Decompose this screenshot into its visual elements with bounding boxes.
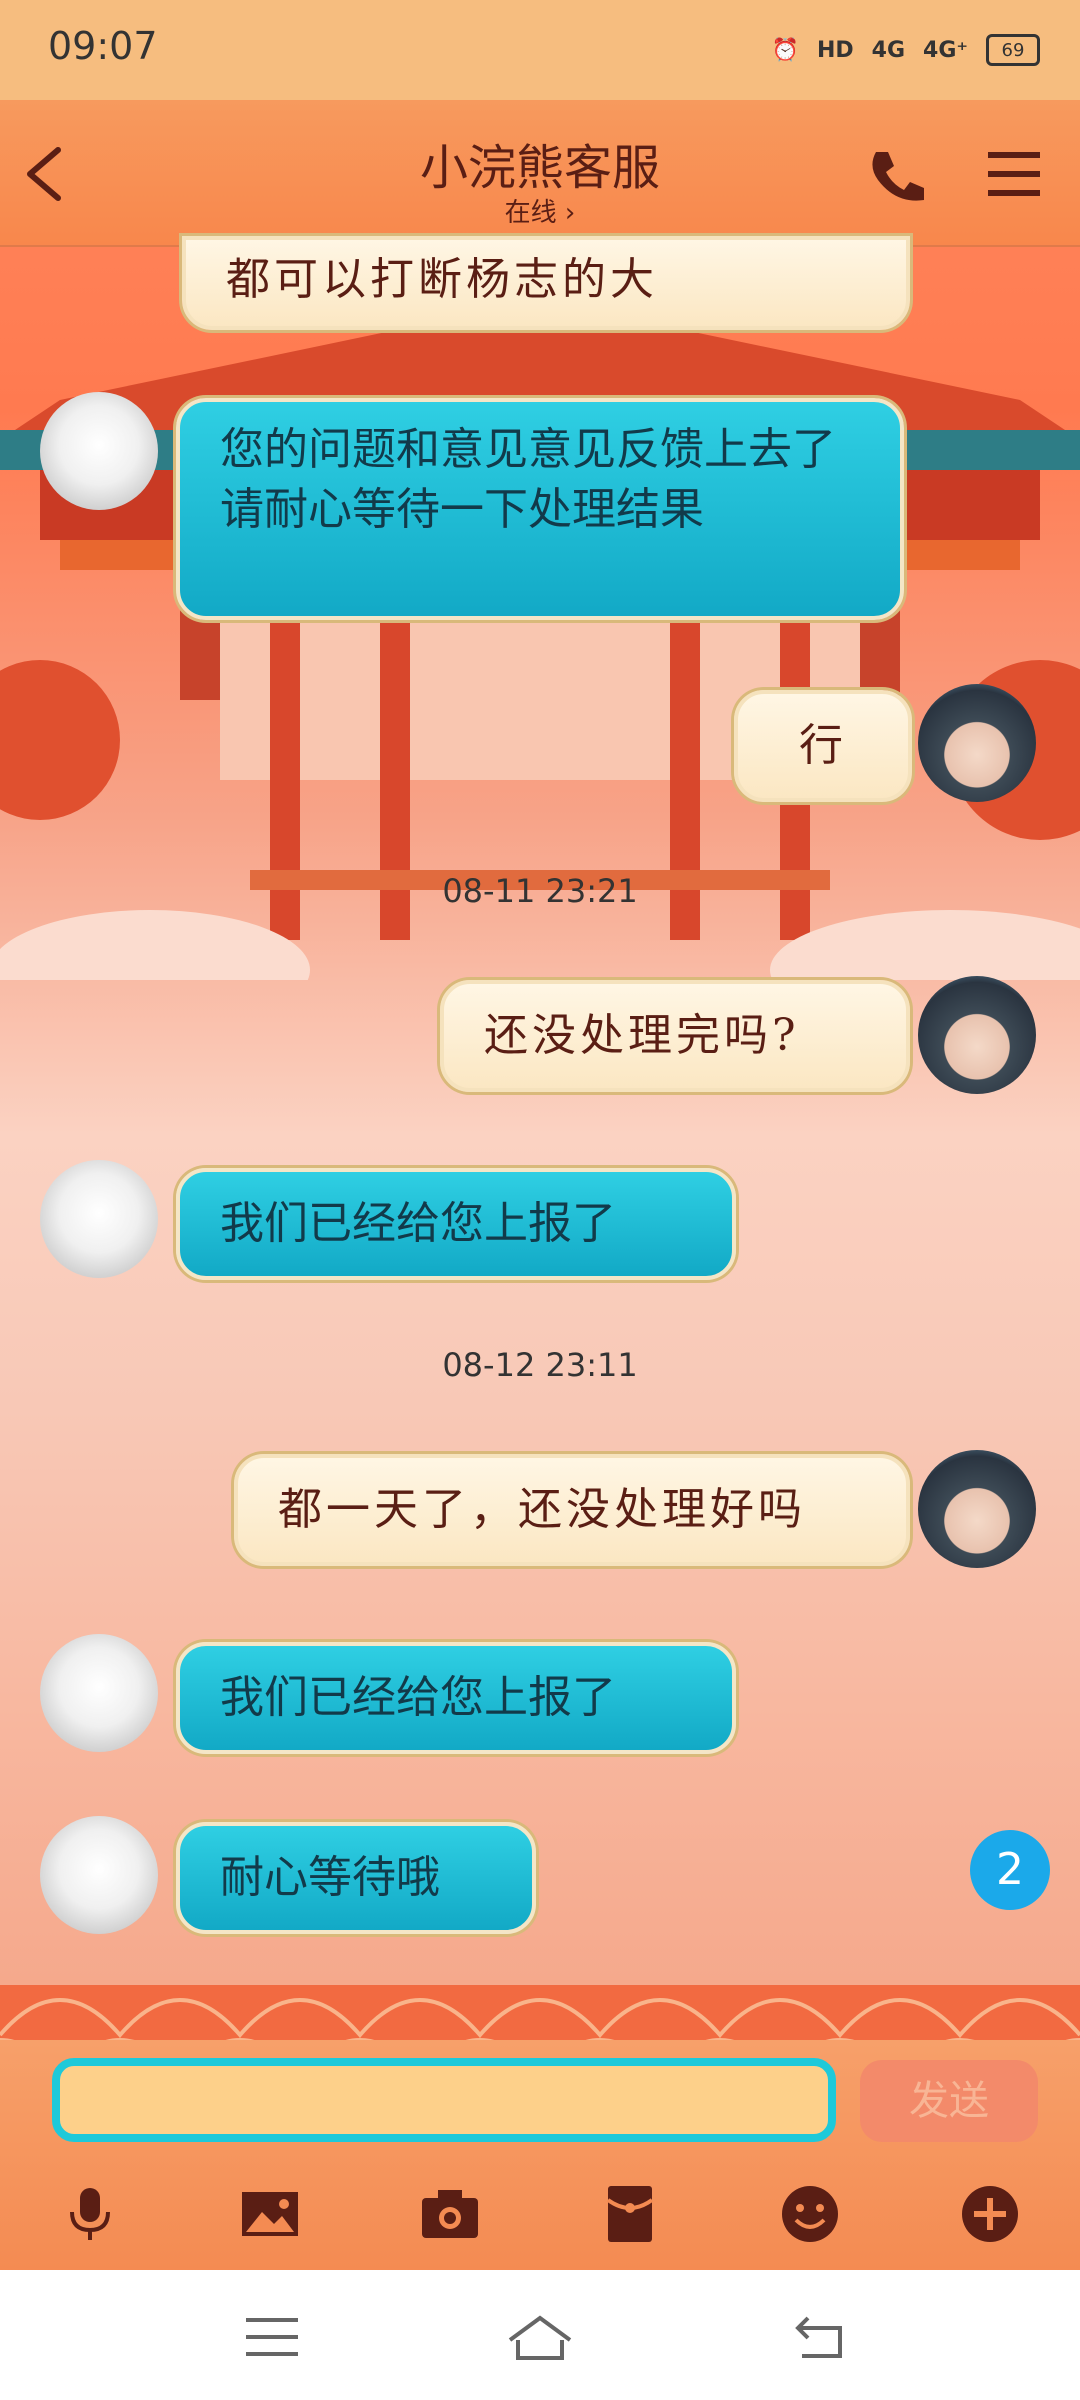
timestamp: 08-12 23:11	[442, 1346, 638, 1384]
alarm-icon: ⏰	[771, 37, 799, 63]
agent-avatar[interactable]	[40, 392, 158, 510]
image-icon[interactable]	[238, 2182, 302, 2246]
message-bubble-agent[interactable]: 耐心等待哦	[176, 1822, 536, 1934]
message-bubble-self[interactable]: 都一天了，还没处理好吗	[234, 1454, 910, 1566]
message-bubble-self[interactable]: 都可以打断杨志的大	[182, 236, 910, 330]
hd-icon: HD	[816, 37, 854, 63]
message-bubble-agent[interactable]: 您的问题和意见意见反馈上去了 请耐心等待一下处理结果	[176, 398, 904, 620]
agent-avatar[interactable]	[40, 1160, 158, 1278]
plus-icon[interactable]	[958, 2182, 1022, 2246]
signal-4g-icon: 4G	[871, 37, 906, 63]
system-nav-bar	[0, 2270, 1080, 2400]
agent-avatar[interactable]	[40, 1816, 158, 1934]
back-nav-icon[interactable]	[790, 2310, 850, 2364]
emoji-icon[interactable]	[778, 2182, 842, 2246]
send-button[interactable]: 发送	[860, 2060, 1038, 2142]
message-bubble-agent[interactable]: 我们已经给您上报了	[176, 1168, 736, 1280]
home-nav-icon[interactable]	[504, 2310, 576, 2364]
message-bubble-self[interactable]: 行	[734, 690, 912, 802]
battery-icon: 69	[986, 34, 1040, 66]
agent-avatar[interactable]	[40, 1634, 158, 1752]
chat-header: 小浣熊客服 在线 ›	[0, 100, 1080, 247]
menu-icon[interactable]	[986, 148, 1042, 200]
message-bubble-self[interactable]: 还没处理完吗?	[440, 980, 910, 1092]
user-avatar[interactable]	[918, 684, 1036, 802]
microphone-icon[interactable]	[58, 2182, 122, 2246]
message-input[interactable]	[52, 2058, 836, 2142]
status-bar: 09:07 ⏰ HD 4G 4G⁺ 69	[0, 0, 1080, 100]
menu-nav-icon[interactable]	[242, 2310, 302, 2364]
status-icons: ⏰ HD 4G 4G⁺ 69	[772, 30, 1040, 70]
red-packet-icon[interactable]	[598, 2182, 662, 2246]
battery-level: 69	[1001, 39, 1025, 61]
user-avatar[interactable]	[918, 976, 1036, 1094]
timestamp: 08-11 23:21	[442, 872, 638, 910]
phone-icon[interactable]	[866, 144, 926, 204]
message-bubble-agent[interactable]: 我们已经给您上报了	[176, 1642, 736, 1754]
signal-4g-plus-icon: 4G⁺	[923, 37, 968, 63]
unread-badge[interactable]: 2	[970, 1830, 1050, 1910]
user-avatar[interactable]	[918, 1450, 1036, 1568]
camera-icon[interactable]	[418, 2182, 482, 2246]
status-time: 09:07	[48, 24, 158, 68]
